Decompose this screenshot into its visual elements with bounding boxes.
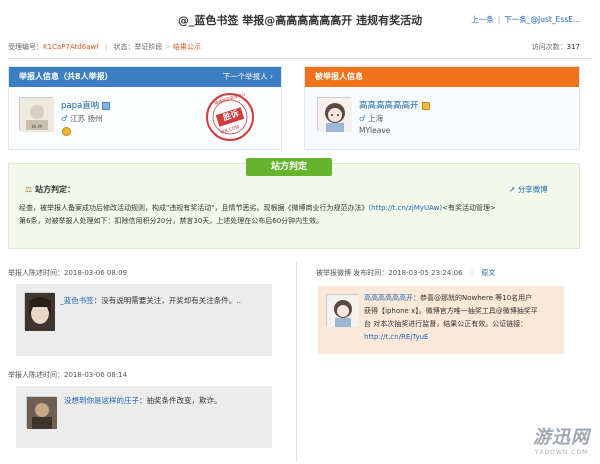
case-meta-bar: 受理编号：K1CaP7Atd6awf | 状态：举证阶段 > 结果公示 访问次数… [8,42,580,52]
case-id-label: 受理编号： [8,43,43,51]
judgment-heading: 站方判定： [34,185,75,194]
win-stamp: 胜诉 微博社区管理中心 WB.COM [204,91,256,143]
statement-avatar-image [25,293,55,331]
statement-text: ：抽奖条件改变，欺诈。 [139,396,222,405]
reported-panel: 被举报人信息 高高高高高高开 ♂ 上海 MYleave [304,66,580,150]
share-icon: ↗ [509,185,516,194]
reported-location: 上海 [368,114,384,123]
status-label: 状态： [113,43,135,51]
next-reporter-label: 下一个举报人 [222,72,268,81]
statement-label: 举报人陈述时间： [8,269,64,277]
statement-avatar-image [27,397,57,429]
weibo-time: 2018-03-05 23:24:06 [388,269,463,277]
avatar[interactable] [317,97,352,132]
weibo-time-row: 被举报微博 发布时间：2018-03-05 23:24:06 | 原文 [316,269,496,277]
male-icon: ♂ [61,114,68,123]
weibo-label: 被举报微博 发布时间： [316,269,389,277]
reported-name-row: 高高高高高高开 [359,99,430,111]
judgment-heading-row: ⚖ 站方判定： [25,184,75,195]
share-label: 分享微博 [517,185,548,194]
header-divider [8,58,592,59]
reporter-panel: 举报人信息（共8人举报） 下一个举报人 › w.w papa直呐 ♂ 江苏 扬州… [8,66,282,150]
site-watermark: 游迅网 YXDOWN.COM [533,423,590,456]
share-weibo-link[interactable]: ↗ 分享微博 [509,184,548,195]
judgment-line1: 经查，被举报人备案成功后修改活动规则，构成"违规有奖活动"，且情节恶劣。现根据《… [19,204,369,212]
case-navigation: 上一条 | 下一条_@Just_EssE... [471,15,580,24]
svg-text:w.w: w.w [31,123,42,130]
weibo-avatar-image [327,295,359,327]
status-step-result: 结果公示 [172,43,201,51]
judgment-line2: 第6条，对被举报人处理如下：扣除信用积分20分，禁言30天。上述处理在公布后60… [19,217,324,225]
column-divider [296,262,297,462]
chevron-right-icon: › [270,72,273,81]
list-item: 没想到你是这样的庄子：抽奖条件改变，欺诈。 [16,386,272,448]
status-step-evidence: 举证阶段 [134,43,163,51]
visits-value: 317 [566,43,580,51]
avatar[interactable] [24,292,55,331]
rule-link[interactable]: (http://t.cn/zjMyUAw) [368,204,442,212]
judgment-line1b: <有奖活动管理> [442,204,496,212]
watermark-logo-text: 游迅网 [533,427,590,448]
judgment-text: 经查，被举报人备案成功后修改活动规则，构成"违规有奖活动"，且情节恶劣。现根据《… [19,202,575,228]
watermark-domain: YXDOWN.COM [534,449,589,456]
member-badge-icon [102,101,111,110]
reported-name[interactable]: 高高高高高高开 [359,101,419,111]
verified-badge-icon [421,101,430,110]
statement-text: ：没有说明需要关注，开奖却有关注条件。.. [93,296,242,305]
next-case-link[interactable]: 下一条_@Just_EssE... [504,15,580,24]
reported-weibo-card: 高高高高高高开：恭喜@那就的Nowhere 等10名用户 获得【iphone x… [318,286,564,354]
statement-time: 2018-03-06 08:09 [64,269,128,277]
reported-header-title: 被举报人信息 [315,72,363,81]
statement-time-row: 举报人陈述时间：2018-03-06 08:09 [8,268,127,278]
weibo-original-link[interactable]: 原文 [481,269,495,277]
avatar[interactable]: w.w [19,97,54,132]
statement-content: 没想到你是这样的庄子：抽奖条件改变，欺诈。 [64,394,268,407]
reporter-name-row: papa直呐 [61,99,111,111]
reporter-location: 江苏 扬州 [70,114,103,123]
weibo-content: 高高高高高高开：恭喜@那就的Nowhere 等10名用户 获得【iphone x… [364,292,560,344]
visit-counter: 访问次数：317 [532,42,580,52]
weibo-text-1: ：恭喜@那就的Nowhere 等10名用户 [413,294,533,302]
judgment-tab: 站方判定 [246,158,332,176]
gavel-icon: ⚖ [25,185,33,194]
weibo-author[interactable]: 高高高高高高开 [364,294,413,302]
male-icon: ♂ [359,114,366,123]
weibo-text-2: 获得【iphone x】。微博官方唯一抽奖工具@微博抽奖平 [364,307,538,315]
statement-content: _蓝色书签：没有说明需要关注，开奖却有关注条件。.. [60,294,266,307]
statement-author[interactable]: _蓝色书签 [60,296,94,305]
weibo-link[interactable]: http://t.cn/REjTyuE [364,333,428,341]
reported-panel-header: 被举报人信息 [305,67,579,87]
reported-handle: MYleave [359,126,391,135]
statement-time: 2018-03-06 08:14 [64,371,128,379]
next-reporter-link[interactable]: 下一个举报人 › [223,67,273,87]
reporter-panel-header: 举报人信息（共8人举报） 下一个举报人 › [9,67,281,87]
reporter-name[interactable]: papa直呐 [61,101,99,111]
visits-label: 访问次数： [531,43,567,51]
statement-author[interactable]: 没想到你是这样的庄子 [64,396,139,405]
statement-time-row: 举报人陈述时间：2018-03-06 08:14 [8,370,127,380]
prev-case-link[interactable]: 上一条 [471,15,494,24]
reporter-avatar-image: w.w [20,98,54,132]
reported-avatar-image [318,98,352,132]
reporter-header-title: 举报人信息（共8人举报） [19,72,113,81]
weibo-text-3: 台 对本次抽奖进行监督，结果公正有效。公证链接： [364,320,528,328]
medal-icon [62,127,71,136]
reporter-location-row: ♂ 江苏 扬州 [61,113,103,124]
reported-location-row: ♂ 上海 [359,113,383,124]
avatar[interactable] [26,396,57,429]
list-item: _蓝色书签：没有说明需要关注，开奖却有关注条件。.. [16,284,272,356]
statement-label: 举报人陈述时间： [8,371,64,379]
avatar[interactable] [326,294,359,327]
case-id: K1CaP7Atd6awf [43,43,99,51]
